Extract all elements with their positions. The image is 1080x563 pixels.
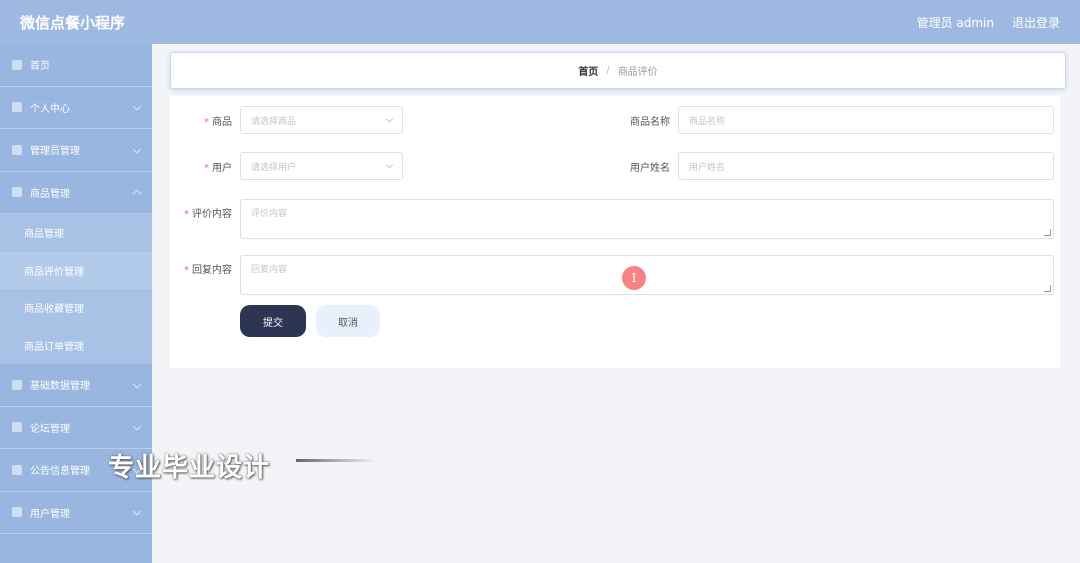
forum-icon	[12, 422, 22, 433]
sidebar-item-label: 公告信息管理	[30, 466, 90, 478]
form-row-goods-name: 商品名称 商品名称	[610, 106, 1054, 134]
goods-name-label: 商品名称	[630, 116, 670, 128]
chevron-down-icon	[132, 507, 142, 516]
notice-icon	[12, 464, 22, 475]
top-right-group: 管理员 admin 退出登录	[917, 14, 1060, 31]
cancel-button[interactable]: 取消	[316, 305, 380, 337]
watermark-line	[296, 459, 376, 462]
sidebar: 首页 个人中心 管理员管理 商品管理 商品管理 商品评价管理 商品收藏管理 商品…	[0, 44, 152, 563]
sidebar-item-label: 用户管理	[30, 508, 70, 520]
chevron-down-icon	[385, 115, 394, 123]
sidebar-item-profile[interactable]: 个人中心	[0, 87, 152, 129]
form-row-goods: * 商品 请选择商品	[170, 106, 403, 134]
sidebar-item-label: 商品管理	[30, 188, 70, 200]
watermark-text: 专业毕业设计	[108, 453, 271, 483]
form-row-user: * 用户 请选择用户	[170, 152, 403, 180]
app-title: 微信点餐小程序	[20, 13, 126, 32]
chevron-up-icon	[132, 189, 142, 199]
submenu-item-goods-order[interactable]: 商品订单管理	[0, 326, 152, 364]
sidebar-item-basic-data[interactable]: 基础数据管理	[0, 364, 152, 407]
chevron-down-icon	[385, 161, 394, 169]
form-row-user-name: 用户姓名 用户姓名	[610, 152, 1054, 180]
user-name-label: 用户姓名	[630, 162, 670, 174]
submenu-item-goods-review[interactable]: 商品评价管理	[0, 251, 152, 289]
submit-button[interactable]: 提交	[240, 305, 306, 337]
user-icon	[12, 102, 22, 113]
sidebar-item-label: 基础数据管理	[30, 381, 90, 393]
main-content: 首页 / 商品评价 * 商品 请选择商品 商品名称 商品名称 * 用户 请选择用户 …	[152, 44, 1080, 563]
goods-label: * 商品	[204, 116, 232, 128]
logout-link[interactable]: 退出登录	[1012, 14, 1060, 31]
reply-label: * 回复内容	[184, 265, 232, 276]
sidebar-item-forum[interactable]: 论坛管理	[0, 407, 152, 449]
user-label: * 用户	[204, 162, 232, 174]
review-textarea[interactable]: 评价内容	[240, 199, 1054, 239]
sidebar-item-goods[interactable]: 商品管理	[0, 172, 152, 214]
goods-select[interactable]: 请选择商品	[240, 106, 403, 134]
sidebar-item-label: 个人中心	[30, 103, 70, 115]
admin-label: 管理员 admin	[916, 15, 994, 30]
chevron-down-icon	[132, 144, 142, 154]
top-bar: 微信点餐小程序 管理员 admin 退出登录	[0, 0, 1080, 44]
data-icon	[12, 379, 22, 390]
user-name-input[interactable]: 用户姓名	[678, 152, 1054, 180]
review-label: * 评价内容	[184, 209, 232, 220]
sidebar-item-label: 管理员管理	[30, 146, 80, 158]
goods-icon	[12, 187, 22, 198]
chevron-down-icon	[132, 102, 142, 111]
breadcrumb: 首页 / 商品评价	[170, 52, 1066, 89]
home-icon	[12, 59, 22, 70]
chevron-down-icon	[132, 379, 142, 389]
submenu-item-goods-favorite[interactable]: 商品收藏管理	[0, 289, 152, 327]
sidebar-item-home[interactable]: 首页	[0, 44, 152, 87]
sidebar-item-label: 首页	[30, 61, 50, 73]
user-select[interactable]: 请选择用户	[240, 152, 403, 180]
breadcrumb-current: 商品评价	[617, 67, 658, 78]
users-icon	[12, 507, 22, 518]
sidebar-item-users[interactable]: 用户管理	[0, 492, 152, 534]
goods-name-input[interactable]: 商品名称	[678, 106, 1054, 134]
chart-icon	[12, 144, 22, 155]
chevron-down-icon	[132, 422, 142, 431]
form-row-review: * 评价内容 评价内容	[170, 199, 1054, 239]
sidebar-item-admin[interactable]: 管理员管理	[0, 129, 152, 172]
text-cursor-icon: I	[622, 266, 646, 290]
breadcrumb-home[interactable]: 首页	[578, 63, 598, 78]
sidebar-item-label: 论坛管理	[30, 423, 70, 435]
breadcrumb-separator: /	[606, 65, 610, 76]
submenu-item-goods[interactable]: 商品管理	[0, 214, 152, 252]
form-row-reply: * 回复内容 回复内容	[170, 255, 1054, 295]
resize-handle-icon[interactable]	[1044, 229, 1051, 236]
reply-textarea[interactable]: 回复内容	[240, 255, 1054, 295]
resize-handle-icon[interactable]	[1044, 285, 1051, 292]
